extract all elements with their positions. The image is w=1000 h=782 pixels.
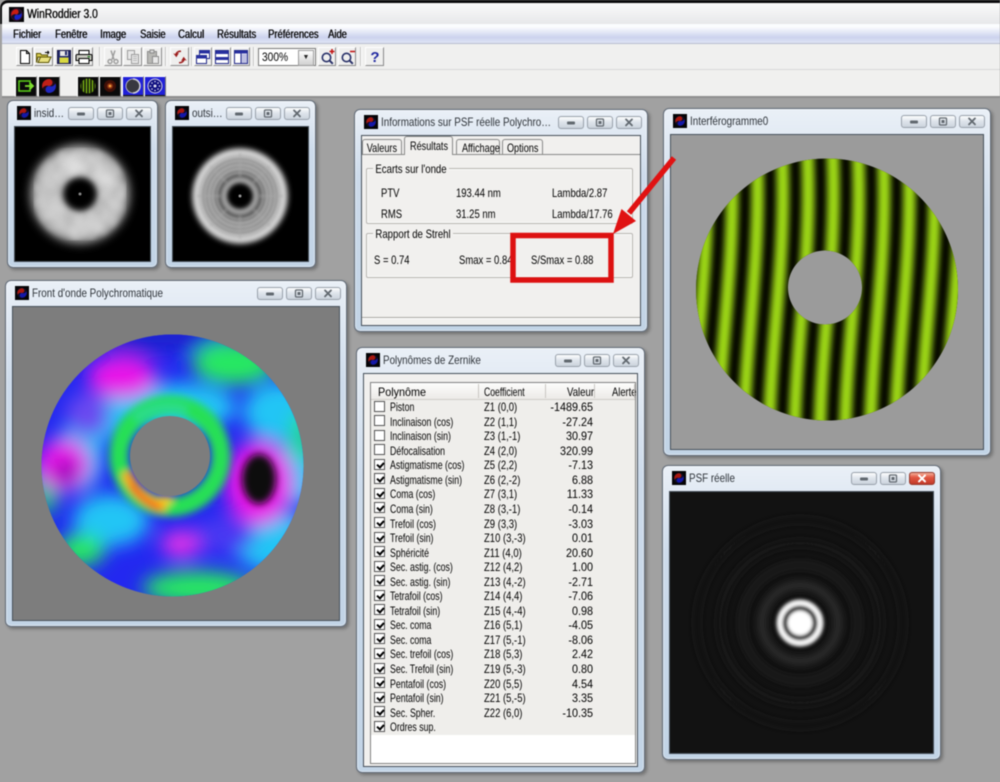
svg-text:?: ? [370, 49, 379, 65]
